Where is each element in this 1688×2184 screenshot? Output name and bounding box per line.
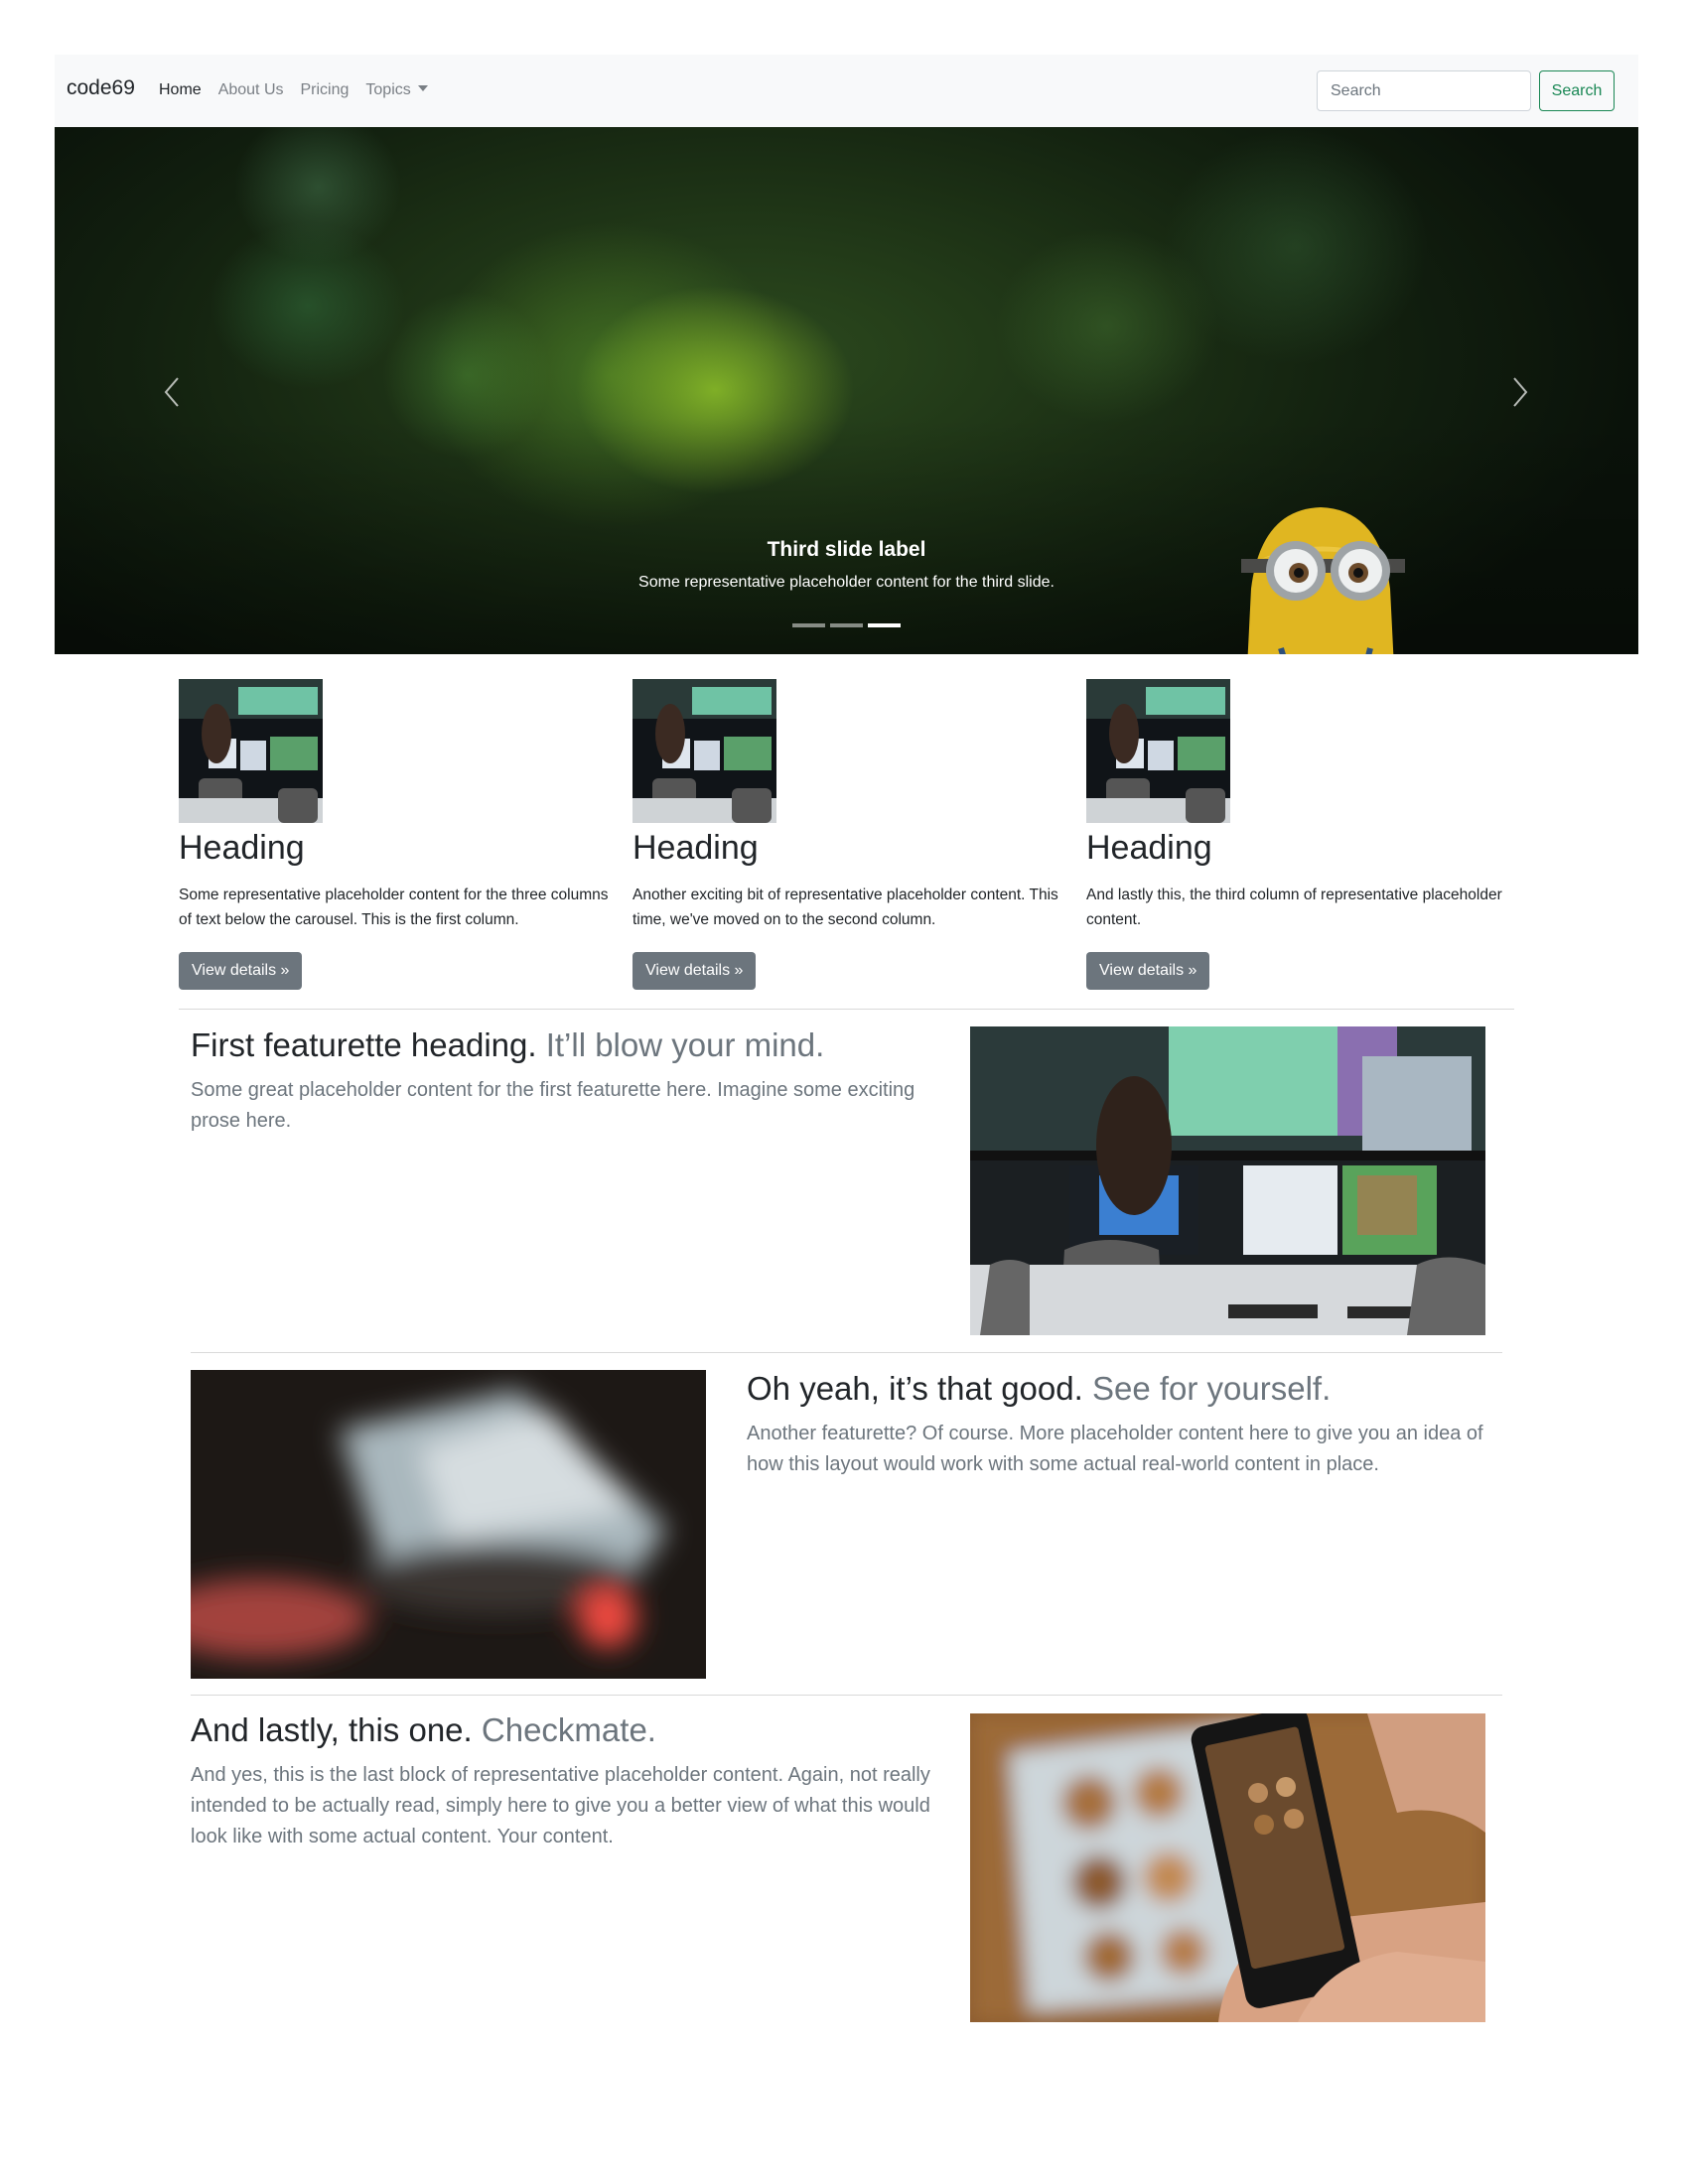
- brand-link[interactable]: code69: [67, 76, 135, 100]
- carousel: Third slide label Some representative pl…: [55, 127, 1638, 654]
- featurette-text: And yes, this is the last block of repre…: [191, 1764, 930, 1847]
- marketing-column-1: Heading Some representative placeholder …: [179, 679, 616, 990]
- featurette-blurred-image: [191, 1370, 706, 1679]
- caret-down-icon: [417, 85, 428, 91]
- view-details-button[interactable]: View details »: [1086, 952, 1210, 990]
- carousel-caption-title: Third slide label: [767, 538, 926, 561]
- carousel-indicators: [792, 623, 901, 627]
- view-details-button[interactable]: View details »: [179, 952, 303, 990]
- carousel-indicator-3[interactable]: [868, 623, 901, 627]
- featurette-text: Another featurette? Of course. More plac…: [747, 1423, 1483, 1475]
- featurette-divider: [191, 1352, 1502, 1353]
- nav-link-pricing[interactable]: Pricing: [301, 81, 350, 99]
- column-thumbnail-image: [179, 679, 323, 823]
- column-thumbnail-image: [1086, 679, 1230, 823]
- carousel-caption-text: Some representative placeholder content …: [638, 574, 1055, 591]
- column-heading: Heading: [1086, 829, 1212, 867]
- view-details-button[interactable]: View details »: [633, 952, 757, 990]
- column-text: Some representative placeholder content …: [179, 887, 609, 928]
- featurette-heading-muted: It’ll blow your mind.: [545, 1026, 825, 1063]
- nav-link-home[interactable]: Home: [159, 81, 202, 99]
- marketing-column-2: Heading Another exciting bit of represen…: [633, 679, 1069, 990]
- featurette-phone-photo-image: [970, 1713, 1485, 2022]
- carousel-indicator-2[interactable]: [830, 623, 863, 627]
- column-heading: Heading: [633, 829, 759, 867]
- featurette-heading-muted: Checkmate.: [481, 1711, 656, 1748]
- navbar: code69 Home About Us Pricing Topics Sear…: [55, 55, 1638, 127]
- column-text: Another exciting bit of representative p…: [633, 887, 1058, 928]
- column-heading: Heading: [179, 829, 305, 867]
- nav-dropdown-topics[interactable]: Topics: [365, 81, 428, 99]
- carousel-prev-icon[interactable]: [158, 370, 188, 414]
- featurette-heading-main: First featurette heading.: [191, 1026, 537, 1063]
- search-button[interactable]: Search: [1539, 70, 1615, 111]
- nav-dropdown-topics-label: Topics: [365, 81, 411, 98]
- featurette-divider: [179, 1009, 1514, 1010]
- search-input[interactable]: [1317, 70, 1531, 111]
- marketing-column-3: Heading And lastly this, the third colum…: [1086, 679, 1523, 990]
- carousel-next-icon[interactable]: [1504, 370, 1534, 414]
- featurette-heading-main: And lastly, this one.: [191, 1711, 473, 1748]
- featurette-heading: And lastly, this one. Checkmate.: [191, 1711, 656, 1749]
- featurette-heading-muted: See for yourself.: [1091, 1370, 1332, 1407]
- featurette-divider: [191, 1695, 1502, 1696]
- carousel-indicator-1[interactable]: [792, 623, 825, 627]
- nav-links: Home About Us Pricing Topics: [159, 81, 428, 99]
- featurette-control-room-image: [970, 1026, 1485, 1335]
- featurette-heading: Oh yeah, it’s that good. See for yoursel…: [747, 1370, 1331, 1408]
- featurette-heading: First featurette heading. It’ll blow you…: [191, 1026, 824, 1064]
- column-text: And lastly this, the third column of rep…: [1086, 887, 1502, 928]
- featurette-text: Some great placeholder content for the f…: [191, 1079, 915, 1132]
- featurette-heading-main: Oh yeah, it’s that good.: [747, 1370, 1083, 1407]
- nav-link-about-us[interactable]: About Us: [218, 81, 284, 99]
- column-thumbnail-image: [633, 679, 776, 823]
